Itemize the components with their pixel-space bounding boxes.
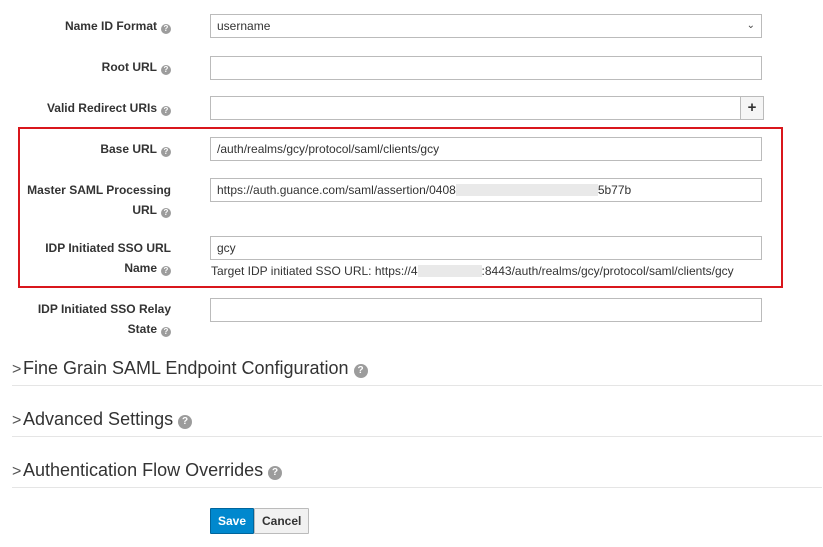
section-authentication-flow-overrides[interactable]: >Authentication Flow Overrides? <box>12 460 822 488</box>
help-icon[interactable]: ? <box>161 208 171 218</box>
help-icon[interactable]: ? <box>161 65 171 75</box>
valid-redirect-uris-input[interactable] <box>210 96 741 120</box>
master-saml-processing-url-label: Master SAML Processing URL? <box>27 183 171 218</box>
base-url-label: Base URL? <box>100 139 171 159</box>
section-title: Authentication Flow Overrides <box>23 460 264 480</box>
section-title: Fine Grain SAML Endpoint Configuration <box>23 358 349 378</box>
cancel-button[interactable]: Cancel <box>254 508 310 534</box>
chevron-down-icon: ⌄ <box>746 20 755 31</box>
root-url-input[interactable] <box>210 56 762 80</box>
idp-sso-relay-state-label: IDP Initiated SSO Relay State? <box>37 302 171 337</box>
help-icon[interactable]: ? <box>161 327 171 337</box>
root-url-label: Root URL? <box>102 57 171 77</box>
name-id-format-label: Name ID Format? <box>65 16 171 36</box>
master-saml-processing-url-input[interactable]: https://auth.guance.com/saml/assertion/0… <box>210 178 762 202</box>
section-advanced-settings[interactable]: >Advanced Settings? <box>12 409 822 437</box>
chevron-right-icon: > <box>12 463 22 480</box>
help-icon[interactable]: ? <box>268 466 283 480</box>
help-icon[interactable]: ? <box>161 266 171 276</box>
redacted-area <box>417 265 482 277</box>
idp-sso-url-name-input[interactable]: gcy <box>210 236 762 260</box>
idp-sso-relay-state-input[interactable] <box>210 298 762 322</box>
valid-redirect-uris-label: Valid Redirect URIs? <box>47 98 171 118</box>
help-icon[interactable]: ? <box>161 24 171 34</box>
section-fine-grain-saml[interactable]: >Fine Grain SAML Endpoint Configuration? <box>12 358 822 386</box>
help-icon[interactable]: ? <box>161 147 171 157</box>
help-icon[interactable]: ? <box>178 415 193 429</box>
target-sso-url-text: Target IDP initiated SSO URL: https://4:… <box>211 264 734 278</box>
chevron-right-icon: > <box>12 361 22 378</box>
idp-sso-url-name-label: IDP Initiated SSO URL Name? <box>45 241 171 276</box>
name-id-format-select[interactable]: username ⌄ <box>210 14 762 38</box>
section-title: Advanced Settings <box>23 409 174 429</box>
base-url-input[interactable]: /auth/realms/gcy/protocol/saml/clients/g… <box>210 137 762 161</box>
redacted-area <box>455 184 598 196</box>
help-icon[interactable]: ? <box>353 364 368 378</box>
save-button[interactable]: Save <box>210 508 255 534</box>
chevron-right-icon: > <box>12 412 22 429</box>
name-id-format-value: username <box>217 19 271 33</box>
help-icon[interactable]: ? <box>161 106 171 116</box>
add-redirect-uri-button[interactable]: + <box>740 96 764 120</box>
